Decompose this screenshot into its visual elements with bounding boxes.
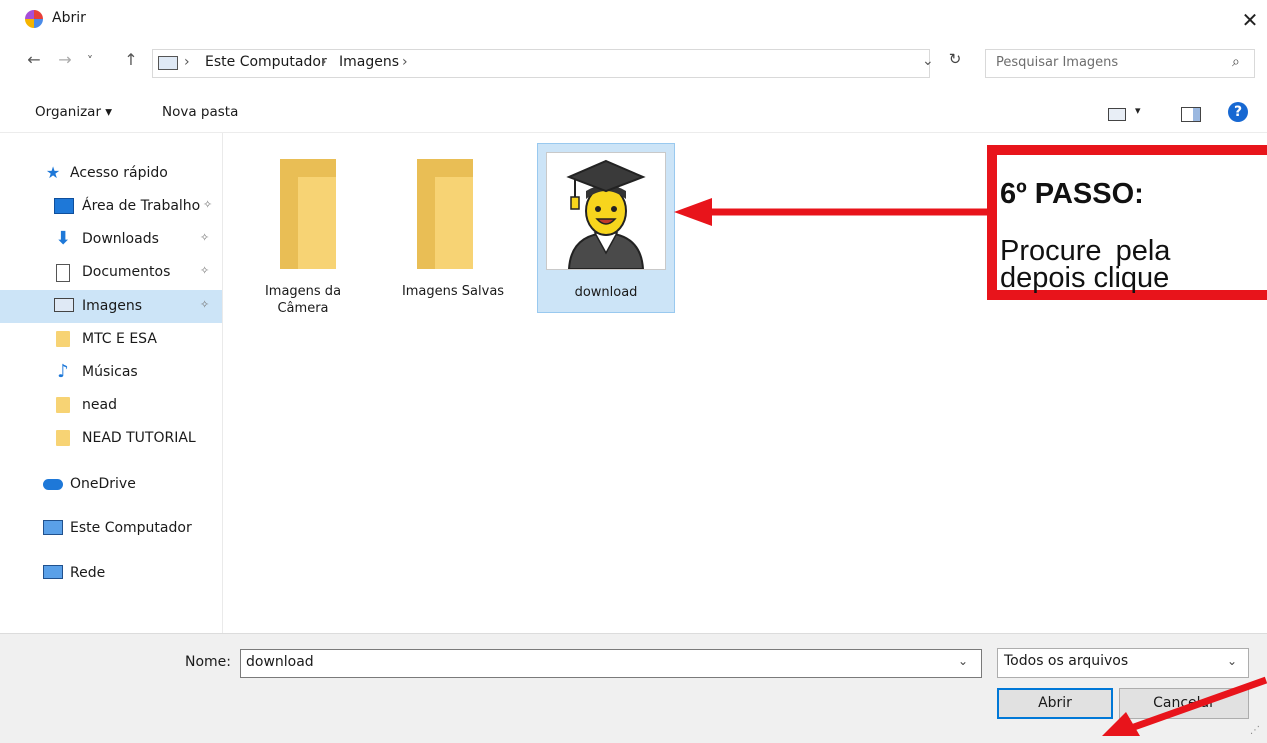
search-icon[interactable]: ⌕ <box>1232 54 1240 70</box>
recent-locations-icon[interactable]: ˅ <box>80 54 100 68</box>
callout-arrow-icon <box>1102 676 1267 736</box>
organize-button[interactable]: Organizar ▾ <box>35 104 112 120</box>
title-bar <box>0 0 1267 40</box>
sidebar-item-onedrive[interactable]: OneDrive <box>0 468 222 501</box>
sidebar-item-label: Documentos <box>82 264 171 280</box>
file-item-imagens-salvas[interactable]: Imagens Salvas <box>385 143 521 311</box>
back-icon[interactable]: ← <box>24 50 44 69</box>
folder-icon <box>280 159 336 269</box>
view-options-icon[interactable] <box>1108 108 1126 121</box>
address-dropdown-icon[interactable]: ⌄ <box>922 53 934 69</box>
file-type-value: Todos os arquivos <box>1004 653 1129 669</box>
sidebar-item-acesso-rapido[interactable]: ★ Acesso rápido <box>0 157 222 190</box>
file-type-dropdown-icon[interactable]: ⌄ <box>1227 654 1237 668</box>
tutorial-step-title: 6º PASSO: <box>1000 178 1144 210</box>
sidebar-item-label: nead <box>82 397 117 413</box>
sidebar-item-label: Imagens <box>82 298 143 314</box>
new-folder-button[interactable]: Nova pasta <box>162 104 238 120</box>
file-item-label: Imagens da Câmera <box>264 284 342 316</box>
star-icon: ★ <box>45 163 61 182</box>
window-title: Abrir <box>52 10 86 26</box>
filename-label: Nome: <box>185 654 232 670</box>
breadcrumb-este-computador[interactable]: Este Computador <box>205 54 327 70</box>
folder-icon <box>56 397 70 413</box>
file-item-imagens-da-camera[interactable]: Imagens da Câmera <box>235 143 371 316</box>
sidebar-item-label: OneDrive <box>70 476 136 492</box>
sidebar-item-label: Downloads <box>82 231 159 247</box>
sidebar-item-rede[interactable]: Rede <box>0 557 222 590</box>
sidebar-item-este-computador[interactable]: Este Computador <box>0 512 222 545</box>
breadcrumb-separator: › <box>184 54 190 70</box>
sidebar-item-label: Músicas <box>82 364 138 380</box>
resize-grip-icon[interactable]: ⋰ <box>1250 725 1260 736</box>
pin-icon: ✧ <box>200 231 210 244</box>
file-item-label: download <box>574 285 638 300</box>
sidebar-item-label: Área de Trabalho <box>82 198 201 214</box>
pin-icon: ✧ <box>200 298 210 311</box>
sidebar-item-label: NEAD TUTORIAL <box>82 430 196 446</box>
up-icon[interactable]: ↑ <box>121 50 141 69</box>
sidebar-item-imagens[interactable]: Imagens ✧ <box>0 290 222 323</box>
document-icon <box>56 264 70 282</box>
filename-dropdown-icon[interactable]: ⌄ <box>958 654 968 668</box>
sidebar-item-musicas[interactable]: ♪ Músicas <box>0 356 222 389</box>
pictures-icon <box>54 298 74 312</box>
cloud-icon <box>43 479 63 490</box>
search-placeholder: Pesquisar Imagens <box>996 55 1119 70</box>
close-icon[interactable]: ✕ <box>1236 6 1264 34</box>
sidebar-item-nead-tutorial[interactable]: NEAD TUTORIAL <box>0 422 222 455</box>
pictures-location-icon <box>158 56 178 70</box>
refresh-icon[interactable]: ↻ <box>944 50 966 74</box>
breadcrumb-separator[interactable]: › <box>402 54 408 70</box>
open-button[interactable]: Abrir <box>997 688 1113 719</box>
sidebar-item-nead[interactable]: nead <box>0 389 222 422</box>
file-item-label: Imagens Salvas <box>401 284 505 299</box>
pin-icon: ✧ <box>200 264 210 277</box>
music-icon: ♪ <box>57 361 69 382</box>
sidebar-item-label: Acesso rápido <box>70 165 168 181</box>
callout-arrow-icon <box>674 198 988 226</box>
breadcrumb-imagens[interactable]: Imagens <box>339 54 399 70</box>
tutorial-step-text: depois clique <box>1000 262 1170 294</box>
sidebar-item-area-de-trabalho[interactable]: Área de Trabalho ✧ <box>0 190 222 223</box>
sidebar-item-label: Este Computador <box>70 520 192 536</box>
desktop-icon <box>54 198 74 214</box>
filename-value: download <box>246 654 314 670</box>
download-icon: ⬇ <box>55 228 71 249</box>
computer-icon <box>43 520 63 535</box>
view-dropdown-icon[interactable]: ▾ <box>1135 104 1141 117</box>
file-item-download[interactable]: download <box>537 143 675 313</box>
breadcrumb-separator: › <box>321 54 327 70</box>
folder-icon <box>56 331 70 347</box>
help-icon[interactable]: ? <box>1228 102 1248 122</box>
sidebar-item-mtc-e-esa[interactable]: MTC E ESA <box>0 323 222 356</box>
preview-pane-icon[interactable] <box>1181 107 1201 122</box>
pin-icon: ✧ <box>203 198 213 211</box>
folder-icon <box>417 159 473 269</box>
sidebar-item-label: Rede <box>70 565 106 581</box>
app-icon <box>25 10 43 28</box>
sidebar-item-label: MTC E ESA <box>82 331 157 347</box>
open-file-dialog: Abrir ✕ ← → ˅ ↑ › Este Computador › Imag… <box>0 0 1267 743</box>
forward-icon[interactable]: → <box>55 50 75 69</box>
image-thumbnail <box>546 152 666 270</box>
network-icon <box>43 565 63 579</box>
sidebar-item-documentos[interactable]: Documentos ✧ <box>0 256 222 289</box>
graduate-avatar-icon <box>566 159 646 270</box>
folder-icon <box>56 430 70 446</box>
sidebar-item-downloads[interactable]: ⬇ Downloads ✧ <box>0 223 222 256</box>
filename-input[interactable] <box>240 649 982 678</box>
